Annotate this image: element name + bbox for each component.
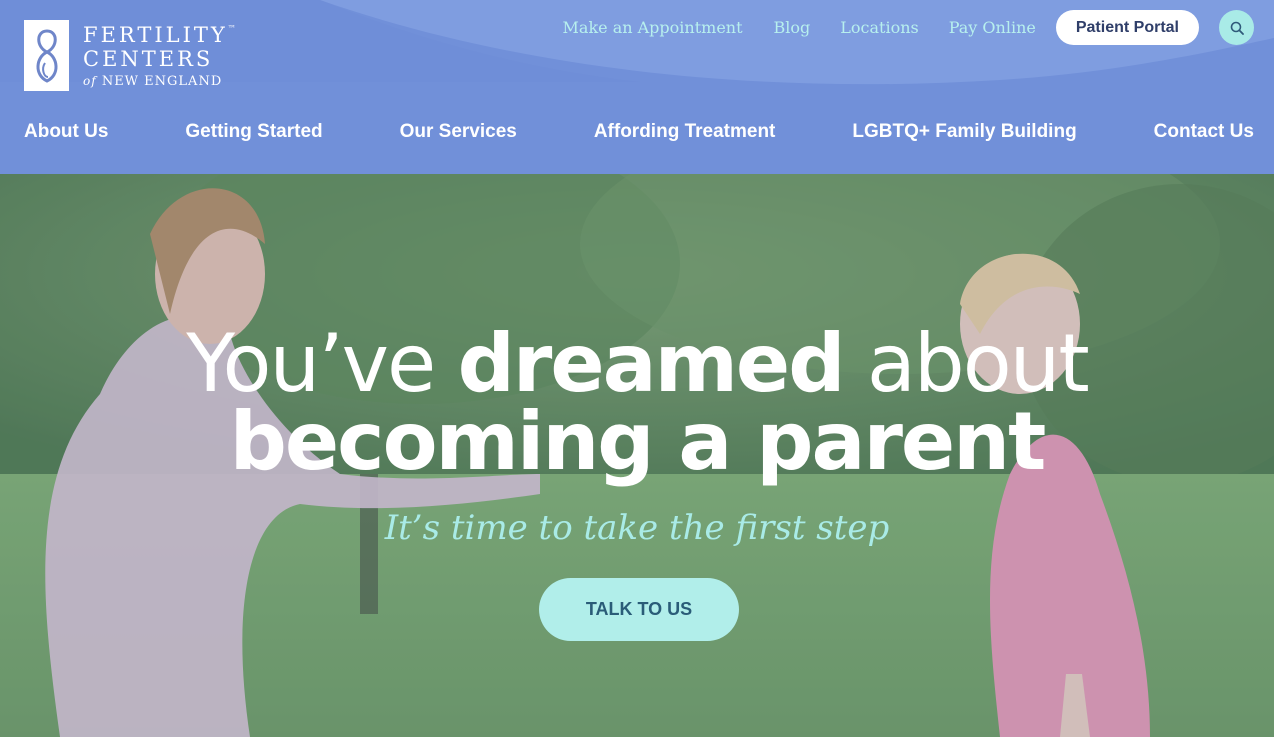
blog-link[interactable]: Blog [774,18,811,37]
logo-wordmark: FERTILITY™ CENTERS of NEW ENGLAND [83,23,236,89]
utility-nav: Make an Appointment Blog Locations Pay O… [563,10,1254,45]
logo-line-fertility: FERTILITY [83,23,228,47]
talk-to-us-button[interactable]: TALK TO US [539,578,739,641]
trademark-symbol: ™ [227,24,236,33]
nav-our-services[interactable]: Our Services [400,121,517,143]
make-appointment-link[interactable]: Make an Appointment [563,18,743,37]
locations-link[interactable]: Locations [840,18,918,37]
pay-online-link[interactable]: Pay Online [949,18,1036,37]
search-button[interactable] [1219,10,1254,45]
hero-headline-line1: You’ve dreamed about [0,324,1274,404]
main-nav: About Us Getting Started Our Services Af… [24,121,1254,143]
logo-line-centers: CENTERS [83,47,214,71]
site-logo[interactable]: FERTILITY™ CENTERS of NEW ENGLAND [24,20,236,91]
logo-of: of [83,74,97,88]
logo-line-new-england: NEW ENGLAND [101,74,223,89]
nav-contact-us[interactable]: Contact Us [1154,121,1254,143]
nav-affording-treatment[interactable]: Affording Treatment [594,121,776,143]
hero-tagline: It’s time to take the first step [384,508,890,548]
hero-section: You’ve dreamed about becoming a parent I… [0,174,1274,737]
search-icon [1230,21,1244,35]
patient-portal-button[interactable]: Patient Portal [1055,10,1199,45]
nav-getting-started[interactable]: Getting Started [185,121,322,143]
nav-lgbtq-family-building[interactable]: LGBTQ+ Family Building [852,121,1076,143]
logo-mark-icon [24,20,69,91]
hero-headline-line2: becoming a parent [229,395,1047,488]
site-header: FERTILITY™ CENTERS of NEW ENGLAND Make a… [0,0,1274,174]
nav-about-us[interactable]: About Us [24,121,108,143]
